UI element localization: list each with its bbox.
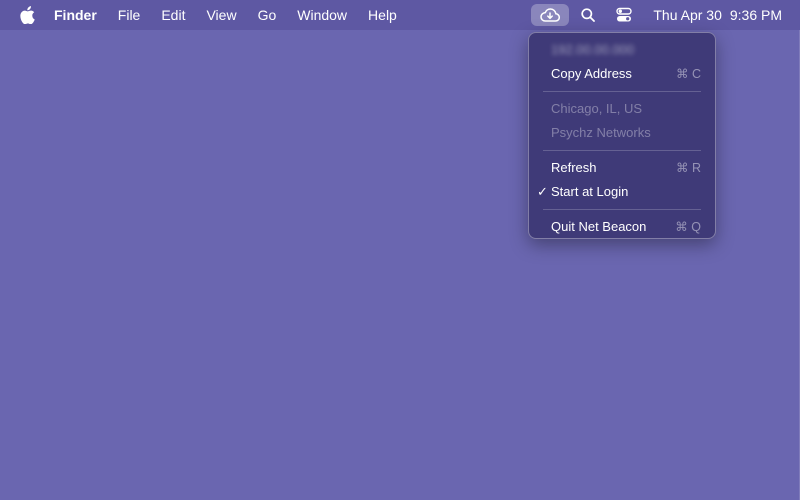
checkmark-icon: ✓ xyxy=(537,184,548,199)
menu-file[interactable]: File xyxy=(118,0,141,30)
ip-address-item: 192.00.00.000 xyxy=(529,38,715,62)
apple-logo-icon[interactable] xyxy=(19,6,35,24)
location-label: Chicago, IL, US xyxy=(551,101,643,116)
menu-bar-left: Finder File Edit View Go Window Help xyxy=(0,0,418,30)
menu-bar-clock[interactable]: Thu Apr 30 9:36 PM xyxy=(653,7,782,23)
refresh-label: Refresh xyxy=(551,160,597,175)
menu-edit[interactable]: Edit xyxy=(161,0,185,30)
menu-help[interactable]: Help xyxy=(368,0,397,30)
copy-address-label: Copy Address xyxy=(551,66,632,81)
menu-go[interactable]: Go xyxy=(258,0,277,30)
start-at-login-label: Start at Login xyxy=(551,184,629,199)
provider-item: Psychz Networks xyxy=(529,121,715,145)
copy-address-item[interactable]: Copy Address ⌘ C xyxy=(529,62,715,86)
menu-separator xyxy=(543,150,701,151)
search-icon[interactable] xyxy=(577,4,599,26)
menu-window[interactable]: Window xyxy=(297,0,347,30)
quit-shortcut: ⌘ Q xyxy=(675,220,701,234)
net-beacon-status-button[interactable] xyxy=(531,4,570,26)
control-center-icon[interactable] xyxy=(613,4,635,26)
copy-address-shortcut: ⌘ C xyxy=(676,67,701,81)
menu-view[interactable]: View xyxy=(206,0,236,30)
location-item: Chicago, IL, US xyxy=(529,97,715,121)
quit-label: Quit Net Beacon xyxy=(551,219,647,234)
refresh-item[interactable]: Refresh ⌘ R xyxy=(529,156,715,180)
net-beacon-menu: 192.00.00.000 Copy Address ⌘ C Chicago, … xyxy=(528,32,716,239)
clock-time: 9:36 PM xyxy=(729,7,782,23)
menu-app-finder[interactable]: Finder xyxy=(54,0,97,30)
clock-date: Thu Apr 30 xyxy=(653,7,722,23)
refresh-shortcut: ⌘ R xyxy=(676,161,701,175)
menu-bar: Finder File Edit View Go Window Help Thu… xyxy=(0,0,800,30)
menu-bar-right: Thu Apr 30 9:36 PM xyxy=(531,0,800,30)
provider-label: Psychz Networks xyxy=(551,125,651,140)
menu-separator xyxy=(543,209,701,210)
cloud-icon xyxy=(540,8,561,22)
ip-address-label: 192.00.00.000 xyxy=(551,42,635,57)
quit-item[interactable]: Quit Net Beacon ⌘ Q xyxy=(529,215,715,239)
start-at-login-item[interactable]: ✓ Start at Login xyxy=(529,180,715,204)
menu-separator xyxy=(543,91,701,92)
